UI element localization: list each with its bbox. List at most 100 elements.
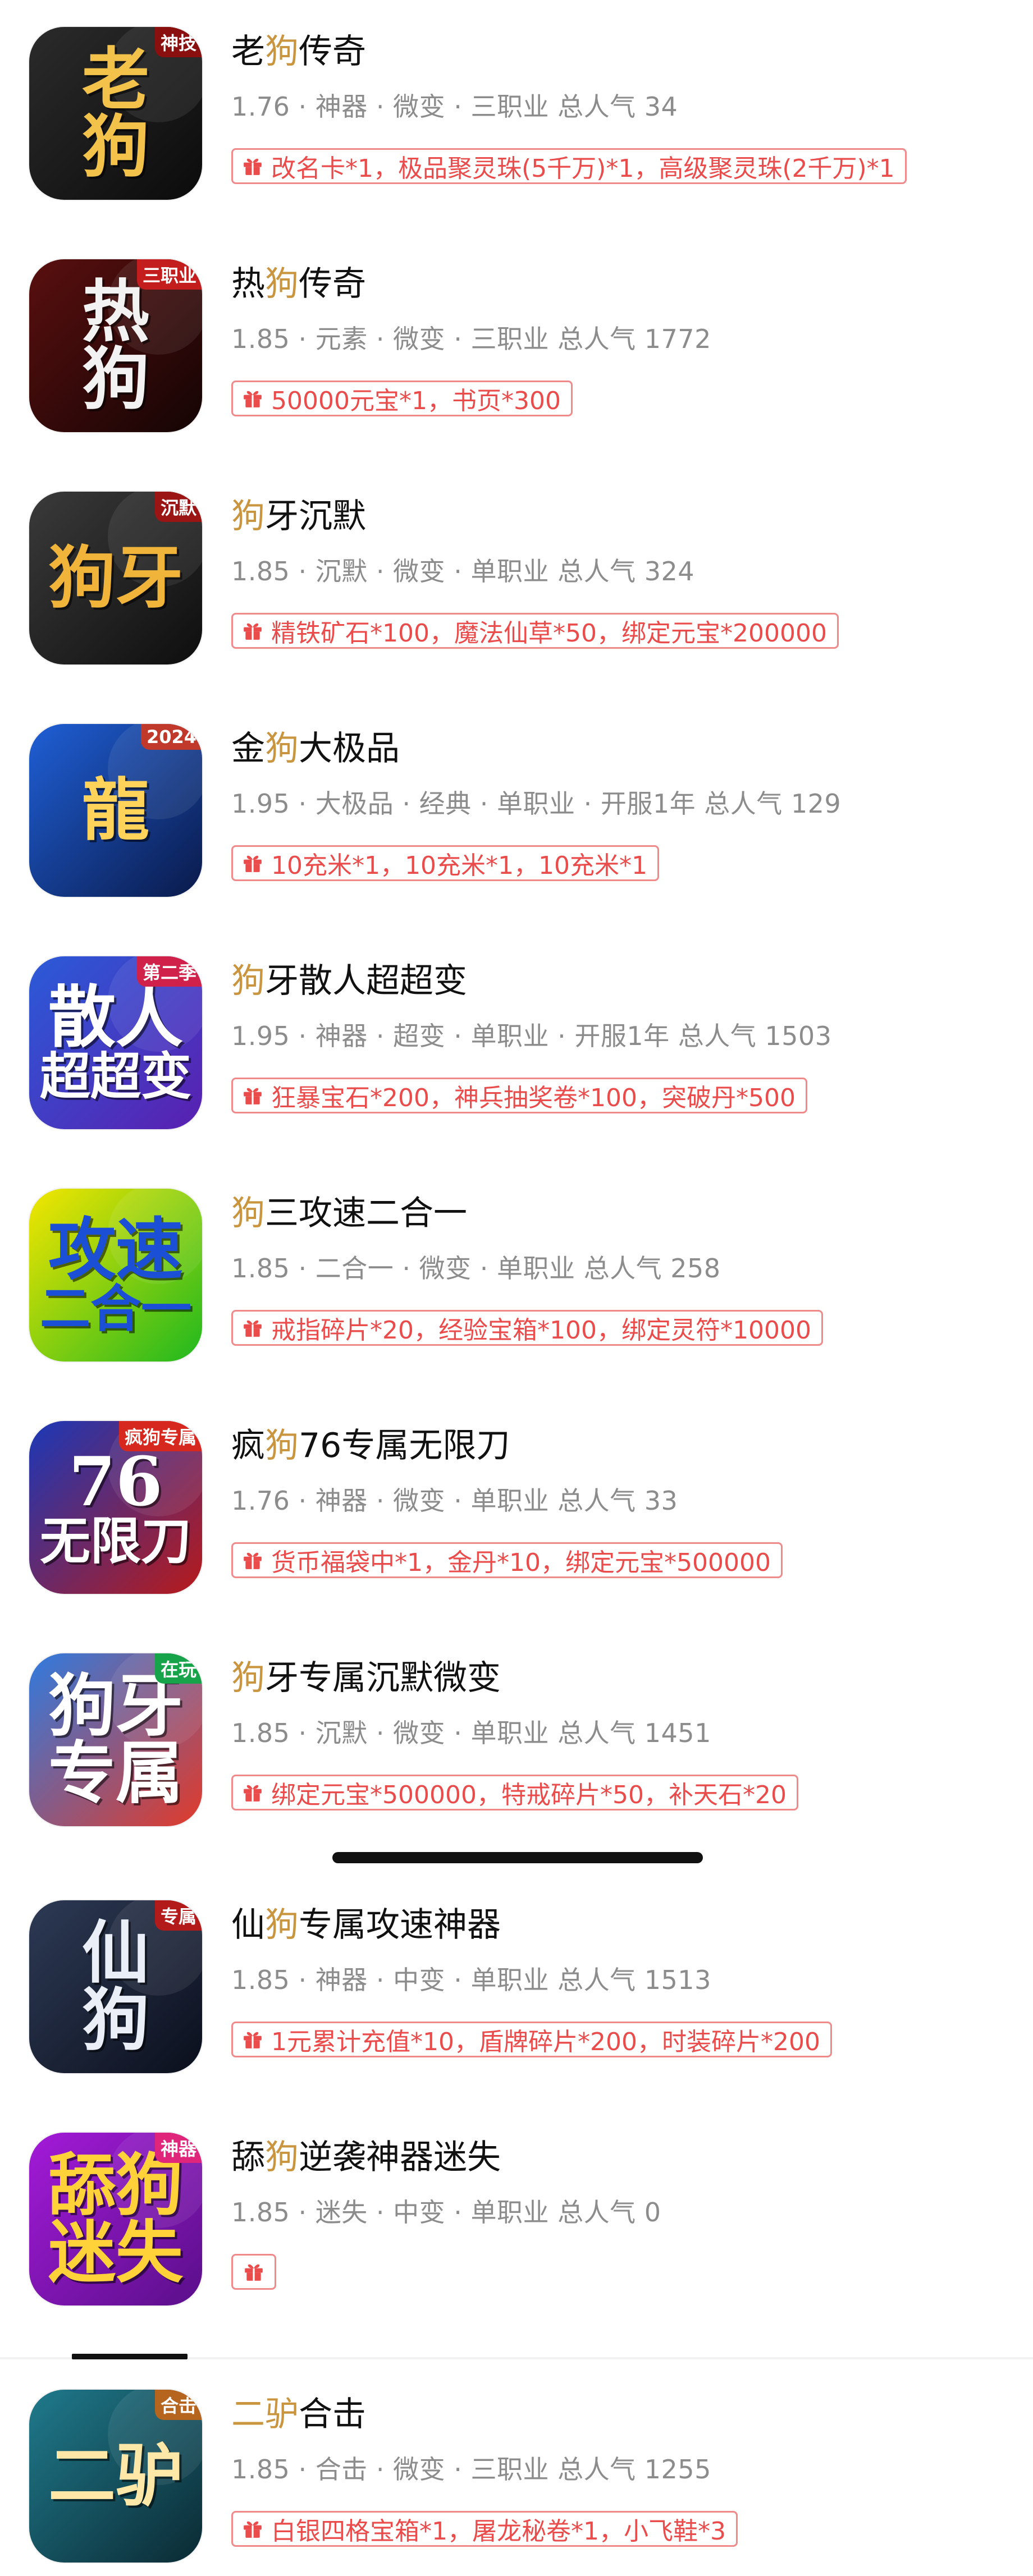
game-app-icon[interactable]: 热狗 三职业 — [29, 259, 202, 432]
game-title[interactable]: 仙狗专属攻速神器 — [231, 1903, 501, 1947]
title-highlight: 狗 — [265, 729, 299, 768]
game-app-icon[interactable]: 老狗 神技 — [29, 27, 202, 200]
game-list-item[interactable]: 热狗三职业 热狗传奇 1.85 · 元素 · 微变 · 三职业 总人气 1772 50… — [0, 232, 1033, 446]
gift-tag[interactable]: 狂暴宝石*200，神兵抽奖卷*100，突破丹*500 — [231, 1078, 807, 1113]
gift-text: 货币福袋中*1，金丹*10，绑定元宝*500000 — [271, 1548, 771, 1577]
title-text: 仙 — [231, 1905, 265, 1945]
game-list-item[interactable]: 狗牙 沉默 狗牙沉默 1.85 · 沉默 · 微变 · 单职业 总人气 324 精铁矿石… — [0, 465, 1033, 678]
icon-art-text: 专属 — [48, 1734, 183, 1813]
title-highlight: 狗 — [265, 264, 299, 304]
title-text: 专属攻速神器 — [299, 1905, 501, 1945]
game-list-item[interactable]: 二驴 合击 二驴合击 1.85 · 合击 · 微变 · 三职业 总人气 1255 白银四… — [0, 2363, 1033, 2576]
gift-text: 改名卡*1，极品聚灵珠(5千万)*1，高级聚灵珠(2千万)*1 — [271, 154, 895, 183]
game-app-icon[interactable]: 76 无限刀 疯狗专属 — [29, 1421, 202, 1594]
gift-tag[interactable]: 10充米*1，10充米*1，10充米*1 — [231, 845, 659, 881]
gift-tag[interactable]: 50000元宝*1，书页*300 — [231, 381, 573, 416]
game-list-item[interactable]: 76 无限刀 疯狗专属 疯狗76专属无限刀 1.76 · 神器 · 微变 · 单职业 总… — [0, 1394, 1033, 1607]
gift-text: 50000元宝*1，书页*300 — [271, 387, 561, 415]
game-list-item[interactable]: 散人 超超变 第二季 狗牙散人超超变 1.95 · 神器 · 超变 · 单职业 · 开服… — [0, 929, 1033, 1143]
gift-text: 白银四格宝箱*1，屠龙秘卷*1，小飞鞋*3 — [271, 2517, 726, 2546]
gift-icon — [244, 1088, 262, 1104]
title-text: 牙沉默 — [265, 497, 366, 536]
game-list-item[interactable]: 狗牙 专属 在玩 狗牙专属沉默微变 1.85 · 沉默 · 微变 · 单职业 总人气 1… — [0, 1626, 1033, 1840]
game-title[interactable]: 老狗传奇 — [231, 29, 366, 74]
title-text: 传奇 — [299, 32, 366, 71]
game-title[interactable]: 狗牙专属沉默微变 — [231, 1656, 501, 1700]
game-meta: 1.85 · 迷失 · 中变 · 单职业 总人气 0 — [231, 2197, 661, 2227]
game-title[interactable]: 狗三攻速二合一 — [231, 1191, 467, 1236]
game-title[interactable]: 舔狗逆袭神器迷失 — [231, 2135, 501, 2180]
gift-icon — [244, 158, 262, 175]
title-text: 三攻速二合一 — [265, 1194, 467, 1233]
game-meta: 1.95 · 神器 · 超变 · 单职业 · 开服1年 总人气 1503 — [231, 1021, 832, 1051]
game-title[interactable]: 狗牙散人超超变 — [231, 959, 467, 1003]
gift-icon — [244, 1320, 262, 1337]
title-highlight: 狗 — [231, 1194, 265, 1233]
game-list-item[interactable]: 老狗神技 老狗传奇 1.76 · 神器 · 微变 · 三职业 总人气 34 改名卡*1… — [0, 0, 1033, 213]
title-highlight: 狗 — [265, 1426, 299, 1465]
game-app-icon[interactable]: 散人 超超变 第二季 — [29, 956, 202, 1129]
icon-art-text: 狗牙 — [48, 538, 183, 617]
title-text: 76专属无限刀 — [299, 1426, 510, 1465]
icon-art-text: 超超变 — [40, 1047, 191, 1106]
game-title[interactable]: 狗牙沉默 — [231, 494, 366, 539]
game-list-item[interactable]: 仙狗专属 仙狗专属攻速神器 1.85 · 神器 · 中变 · 单职业 总人气 151… — [0, 1873, 1033, 2087]
game-app-icon[interactable]: 狗牙 专属 在玩 — [29, 1653, 202, 1826]
title-text: 老 — [231, 32, 265, 71]
gift-icon — [244, 855, 262, 872]
gift-tag[interactable]: 绑定元宝*500000，特戒碎片*50，补天石*20 — [231, 1775, 798, 1810]
game-meta: 1.95 · 大极品 · 经典 · 单职业 · 开服1年 总人气 129 — [231, 789, 842, 819]
game-app-icon[interactable]: 龍 2024 — [29, 724, 202, 897]
gift-icon — [245, 2264, 263, 2281]
icon-art-text: 无限刀 — [40, 1511, 191, 1571]
game-list-item[interactable]: 龍 2024 金狗大极品 1.95 · 大极品 · 经典 · 单职业 · 开服1年 总… — [0, 697, 1033, 910]
gift-tag[interactable]: 精铁矿石*100，魔法仙草*50，绑定元宝*200000 — [231, 613, 839, 649]
title-text: 大极品 — [299, 729, 400, 768]
game-meta: 1.85 · 二合一 · 微变 · 单职业 总人气 258 — [231, 1253, 721, 1284]
game-app-icon[interactable]: 攻速 二合一 — [29, 1189, 202, 1362]
icon-corner-badge: 专属 — [154, 1900, 202, 1931]
gift-tag[interactable]: 货币福袋中*1，金丹*10，绑定元宝*500000 — [231, 1542, 783, 1578]
game-title[interactable]: 金狗大极品 — [231, 726, 400, 771]
gift-tag[interactable]: 1元累计充值*10，盾牌碎片*200，时装碎片*200 — [231, 2022, 832, 2057]
game-list-item[interactable]: 攻速 二合一 狗三攻速二合一 1.85 · 二合一 · 微变 · 单职业 总人气 25… — [0, 1162, 1033, 1375]
gift-tag[interactable]: 白银四格宝箱*1，屠龙秘卷*1，小飞鞋*3 — [231, 2511, 738, 2547]
icon-art-text: 二驴 — [48, 2436, 183, 2515]
gift-tag[interactable] — [231, 2254, 276, 2290]
icon-corner-badge: 在玩 — [154, 1653, 202, 1684]
icon-art-text: 老 — [82, 40, 149, 119]
game-meta: 1.85 · 元素 · 微变 · 三职业 总人气 1772 — [231, 324, 711, 354]
game-app-icon[interactable]: 二驴 合击 — [29, 2390, 202, 2563]
title-text: 牙专属沉默微变 — [265, 1658, 501, 1698]
game-app-icon[interactable]: 狗牙 沉默 — [29, 492, 202, 664]
icon-corner-badge: 第二季 — [136, 956, 202, 987]
icon-corner-badge: 神器 — [154, 2133, 202, 2163]
icon-art-text: 热 — [82, 272, 149, 351]
gift-tag[interactable]: 改名卡*1，极品聚灵珠(5千万)*1，高级聚灵珠(2千万)*1 — [231, 148, 907, 184]
game-meta: 1.76 · 神器 · 微变 · 单职业 总人气 33 — [231, 1486, 678, 1516]
title-highlight: 狗 — [265, 1905, 299, 1945]
gift-text: 狂暴宝石*200，神兵抽奖卷*100，突破丹*500 — [271, 1084, 796, 1112]
icon-corner-badge: 合击 — [154, 2390, 202, 2420]
game-app-icon[interactable]: 舔狗 迷失 神器 — [29, 2133, 202, 2305]
active-tab-underline — [72, 2354, 188, 2359]
game-title[interactable]: 热狗传奇 — [231, 262, 366, 306]
icon-corner-badge: 神技 — [154, 27, 202, 57]
game-title[interactable]: 二驴合击 — [231, 2392, 366, 2437]
title-highlight: 狗 — [231, 1658, 265, 1698]
gift-icon — [244, 2521, 262, 2538]
title-highlight: 狗 — [265, 2138, 299, 2177]
icon-art-text: 狗 — [82, 107, 149, 186]
gift-tag[interactable]: 戒指碎片*20，经验宝箱*100，绑定灵符*10000 — [231, 1310, 823, 1346]
gift-text: 绑定元宝*500000，特戒碎片*50，补天石*20 — [271, 1781, 787, 1809]
gift-icon — [244, 1552, 262, 1569]
gift-text: 10充米*1，10充米*1，10充米*1 — [271, 851, 647, 880]
icon-art-text: 仙 — [82, 1913, 149, 1992]
gift-text: 戒指碎片*20，经验宝箱*100，绑定灵符*10000 — [271, 1316, 811, 1345]
game-title[interactable]: 疯狗76专属无限刀 — [231, 1423, 510, 1468]
game-list-item[interactable]: 舔狗 迷失 神器 舔狗逆袭神器迷失 1.85 · 迷失 · 中变 · 单职业 总人气 0 — [0, 2106, 1033, 2319]
icon-corner-badge: 沉默 — [154, 492, 202, 522]
game-meta: 1.76 · 神器 · 微变 · 三职业 总人气 34 — [231, 91, 678, 122]
gift-icon — [244, 1785, 262, 1802]
game-app-icon[interactable]: 仙狗 专属 — [29, 1900, 202, 2073]
